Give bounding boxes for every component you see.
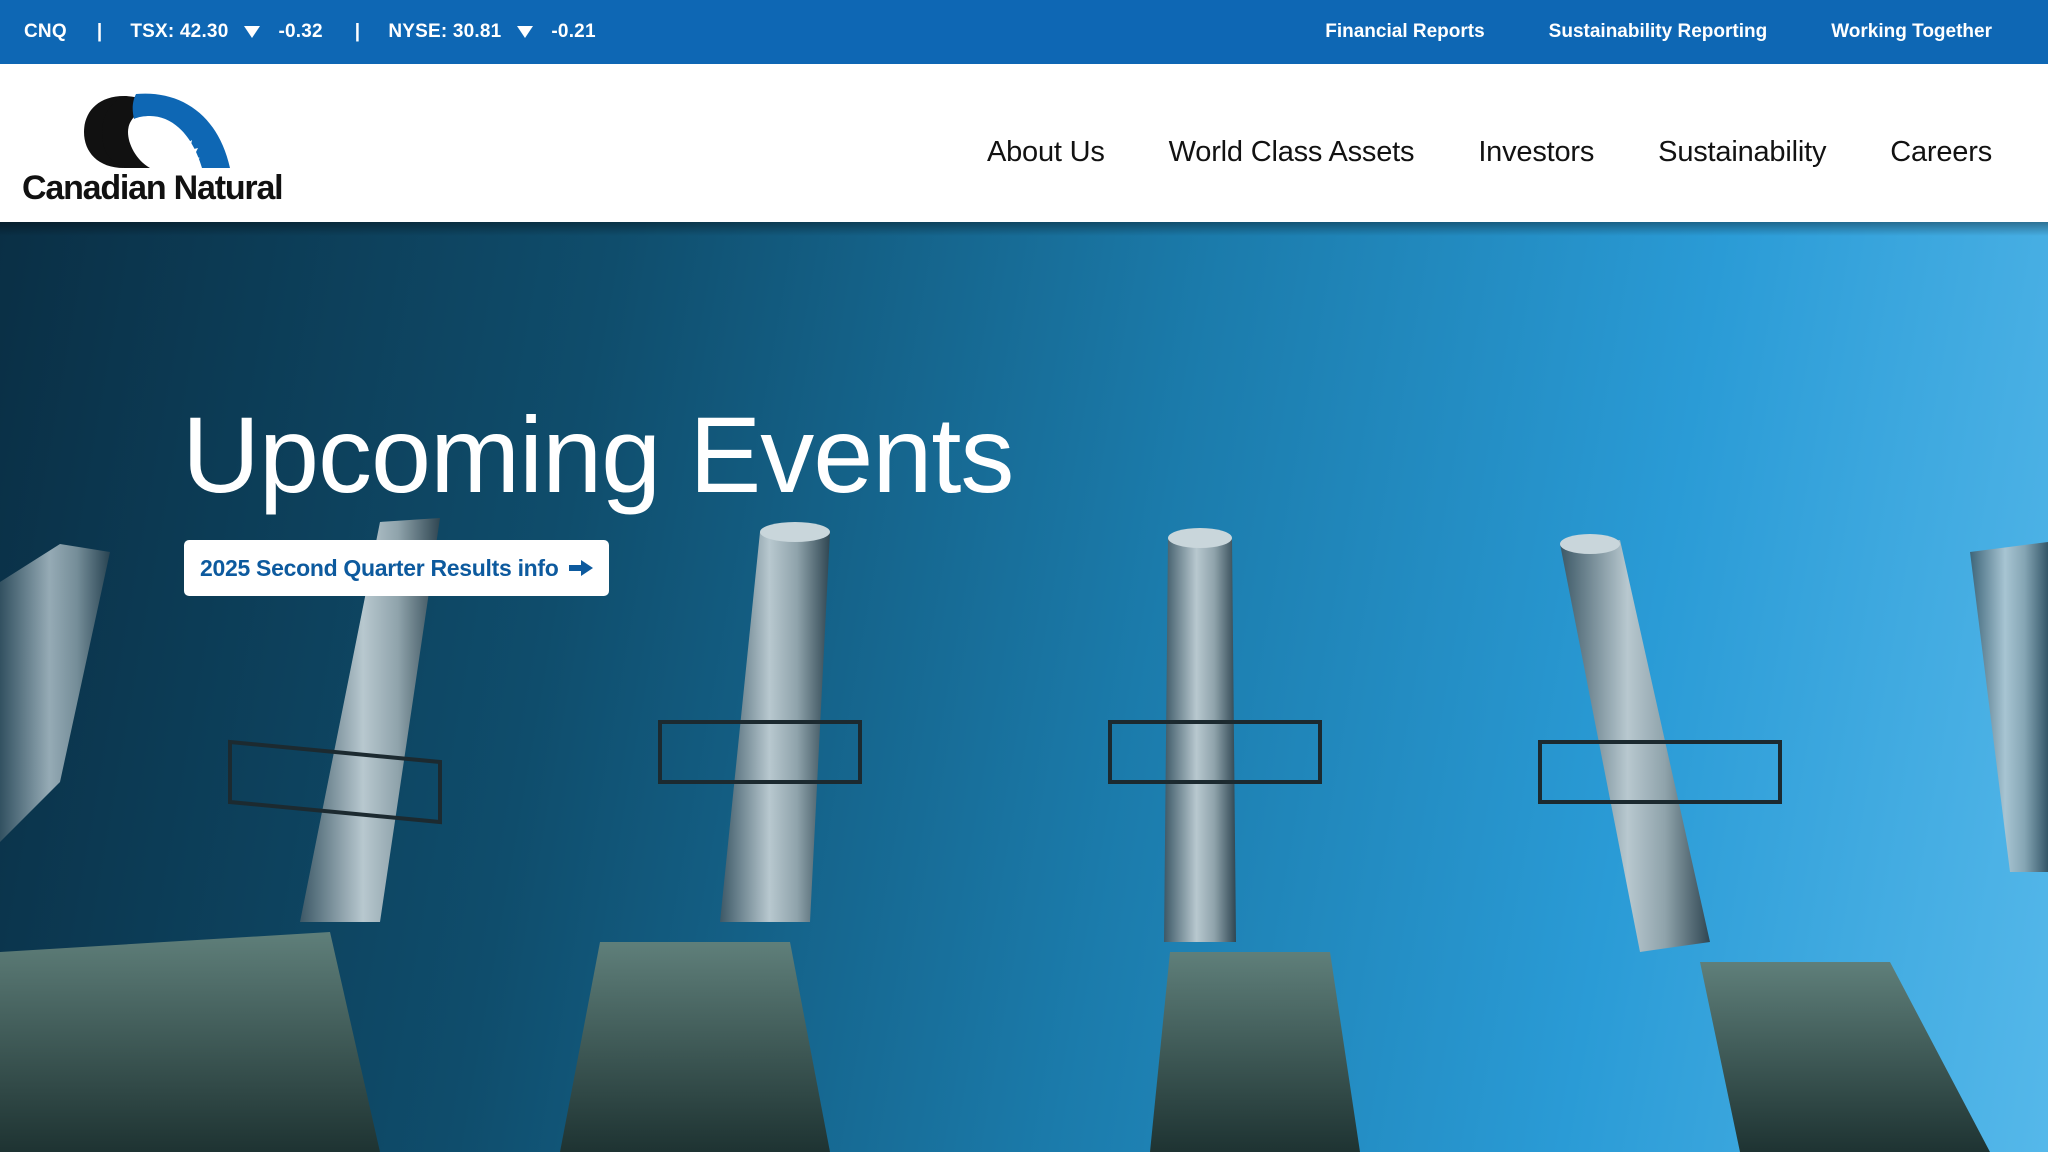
stock-ticker: CNQ | TSX: 42.30 -0.32 | NYSE: 30.81 -0.…	[24, 21, 628, 43]
financial-reports-link[interactable]: Financial Reports	[1325, 21, 1484, 43]
logo-wordmark: Canadian Natural	[22, 169, 284, 207]
working-together-link[interactable]: Working Together	[1831, 21, 1992, 43]
quarter-results-button[interactable]: 2025 Second Quarter Results info	[184, 540, 609, 596]
site-header: Canadian Natural About Us World Class As…	[0, 64, 2048, 222]
nav-sustainability[interactable]: Sustainability	[1658, 136, 1826, 169]
arrow-right-icon	[568, 560, 593, 576]
logo-mark-icon	[84, 93, 230, 170]
ticker-separator: |	[96, 21, 103, 42]
top-utility-bar: CNQ | TSX: 42.30 -0.32 | NYSE: 30.81 -0.…	[0, 0, 2048, 64]
hero-banner: Upcoming Events 2025 Second Quarter Resu…	[0, 222, 2048, 1152]
nyse-quote: NYSE: 30.81	[388, 21, 502, 42]
sustainability-reporting-link[interactable]: Sustainability Reporting	[1549, 21, 1768, 43]
quarter-results-label: 2025 Second Quarter Results info	[200, 554, 559, 581]
nav-careers[interactable]: Careers	[1890, 136, 1992, 169]
nyse-change: -0.21	[551, 21, 596, 42]
tsx-quote: TSX: 42.30	[130, 21, 229, 42]
utility-nav: Financial Reports Sustainability Reporti…	[1325, 21, 1992, 43]
nav-investors[interactable]: Investors	[1478, 136, 1594, 169]
tsx-change: -0.32	[278, 21, 323, 42]
ticker-symbol: CNQ	[24, 21, 67, 42]
nav-world-class-assets[interactable]: World Class Assets	[1169, 136, 1415, 169]
header-shadow	[0, 222, 2048, 236]
down-triangle-icon	[244, 26, 261, 38]
down-triangle-icon	[517, 26, 534, 38]
nav-about-us[interactable]: About Us	[987, 136, 1105, 169]
hero-title: Upcoming Events	[182, 394, 1014, 515]
company-logo[interactable]: Canadian Natural	[22, 78, 292, 208]
ticker-separator: |	[354, 21, 361, 42]
main-nav: About Us World Class Assets Investors Su…	[987, 136, 1992, 169]
hero-background-image	[0, 518, 2048, 1152]
